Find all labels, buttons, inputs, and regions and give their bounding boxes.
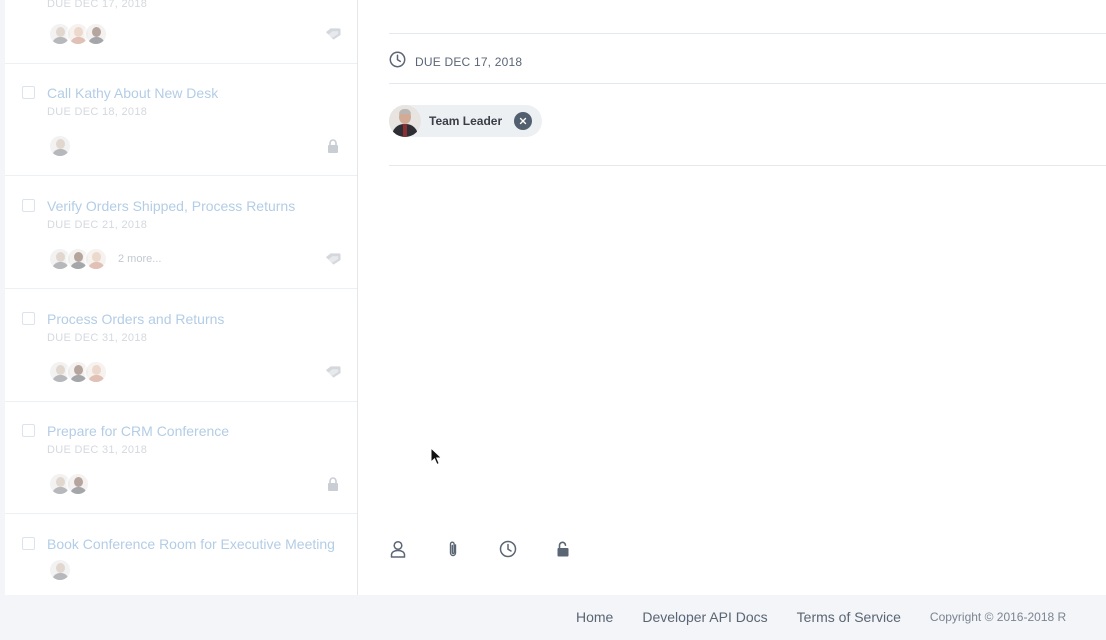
tag-icon xyxy=(325,365,341,379)
task-title[interactable]: Book Conference Room for Executive Meeti… xyxy=(47,536,337,552)
task-title[interactable]: Verify Orders Shipped, Process Returns xyxy=(47,198,337,214)
clock-icon xyxy=(389,51,406,73)
task-due-date: DUE DEC 31, 2018 xyxy=(47,444,148,456)
task-checkbox[interactable] xyxy=(22,86,35,99)
task-item[interactable]: Call Kathy About New Desk DUE DEC 18, 20… xyxy=(5,64,357,176)
task-assignees xyxy=(48,134,72,158)
task-due-date: DUE DEC 18, 2018 xyxy=(47,106,148,118)
avatar xyxy=(84,247,108,271)
tag-icon xyxy=(325,27,341,41)
task-toolbar xyxy=(389,539,609,559)
task-due-date: DUE DEC 17, 2018 xyxy=(47,0,148,10)
task-detail-pane: DUE DEC 17, 2018 Team Leader xyxy=(358,0,1106,595)
task-assignees xyxy=(48,22,108,46)
assignee-chip[interactable]: Team Leader xyxy=(389,105,543,137)
task-checkbox[interactable] xyxy=(22,312,35,325)
task-list: DUE DEC 17, 2018 Call Kathy About New De… xyxy=(5,0,358,595)
divider xyxy=(389,83,1106,84)
task-due-date: DUE DEC 31, 2018 xyxy=(47,332,148,344)
task-item[interactable]: Verify Orders Shipped, Process Returns D… xyxy=(5,177,357,289)
clock-icon[interactable] xyxy=(499,539,517,559)
mouse-cursor-icon xyxy=(430,446,444,467)
avatar xyxy=(84,360,108,384)
task-assignees: 2 more... xyxy=(48,247,161,271)
task-item[interactable]: Prepare for CRM Conference DUE DEC 31, 2… xyxy=(5,402,357,514)
paperclip-icon[interactable] xyxy=(444,539,462,559)
avatar xyxy=(48,558,72,582)
tag-icon xyxy=(325,252,341,266)
task-checkbox[interactable] xyxy=(22,537,35,550)
task-assignees xyxy=(48,558,72,582)
divider xyxy=(389,165,1106,166)
task-checkbox[interactable] xyxy=(22,424,35,437)
task-title[interactable]: Process Orders and Returns xyxy=(47,311,337,327)
task-assignees xyxy=(48,360,108,384)
footer-link-terms[interactable]: Terms of Service xyxy=(797,609,901,625)
lock-icon xyxy=(325,477,341,491)
more-assignees-text: 2 more... xyxy=(118,253,162,265)
unlock-icon[interactable] xyxy=(554,539,572,559)
divider xyxy=(389,33,1106,34)
footer-link-home[interactable]: Home xyxy=(576,609,613,625)
task-assignees xyxy=(48,472,90,496)
avatar xyxy=(389,105,421,137)
footer: Home Developer API Docs Terms of Service… xyxy=(0,595,1106,640)
avatar xyxy=(66,472,90,496)
footer-link-api-docs[interactable]: Developer API Docs xyxy=(642,609,767,625)
task-item[interactable]: Book Conference Room for Executive Meeti… xyxy=(5,515,357,595)
due-date-row[interactable]: DUE DEC 17, 2018 xyxy=(389,51,522,73)
assignee-name: Team Leader xyxy=(429,114,503,128)
copyright-text: Copyright © 2016-2018 R xyxy=(929,610,1067,624)
due-date-label: DUE DEC 17, 2018 xyxy=(415,55,523,69)
task-due-date: DUE DEC 21, 2018 xyxy=(47,219,148,231)
task-item[interactable]: Process Orders and Returns DUE DEC 31, 2… xyxy=(5,290,357,402)
avatar xyxy=(84,22,108,46)
task-item[interactable]: DUE DEC 17, 2018 xyxy=(5,0,357,64)
avatar xyxy=(48,134,72,158)
close-icon xyxy=(519,117,527,125)
lock-icon xyxy=(325,139,341,153)
user-icon[interactable] xyxy=(389,539,407,559)
task-title[interactable]: Call Kathy About New Desk xyxy=(47,85,337,101)
task-checkbox[interactable] xyxy=(22,199,35,212)
footer-links: Home Developer API Docs Terms of Service… xyxy=(576,609,1066,625)
task-title[interactable]: Prepare for CRM Conference xyxy=(47,423,337,439)
remove-assignee-button[interactable] xyxy=(514,112,533,130)
